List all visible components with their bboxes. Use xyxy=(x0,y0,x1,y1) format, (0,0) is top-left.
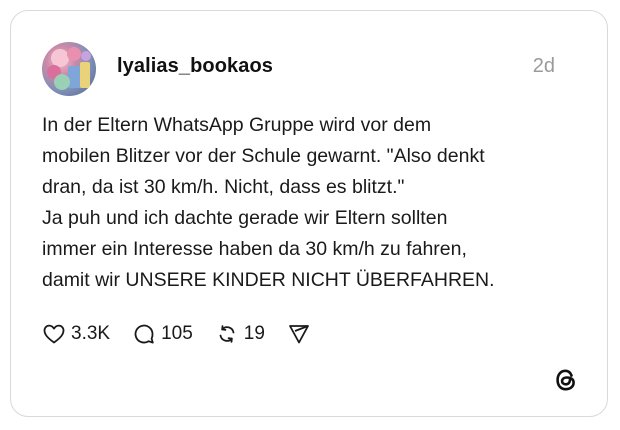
post-text-line: Ja puh und ich dachte gerade wir Eltern … xyxy=(42,207,448,229)
comment-bubble-icon xyxy=(132,322,156,346)
post-text-line: In der Eltern WhatsApp Gruppe wird vor d… xyxy=(42,114,432,136)
post-timestamp: 2d xyxy=(532,55,555,77)
like-button[interactable]: 3.3K xyxy=(42,322,110,346)
repost-count: 19 xyxy=(243,323,265,344)
post-text-line: mobilen Blitzer vor der Schule gewarnt. … xyxy=(42,145,485,167)
reply-button[interactable]: 105 xyxy=(132,322,193,346)
post-text-line: damit wir UNSERE KINDER NICHT ÜBERFAHREN… xyxy=(42,269,495,291)
post-text: In der Eltern WhatsApp Gruppe wird vor d… xyxy=(42,110,582,296)
username[interactable]: lyalias_bookaos xyxy=(117,55,273,78)
avatar[interactable] xyxy=(42,42,96,96)
like-count: 3.3K xyxy=(71,323,111,344)
post-text-line: immer ein Interesse haben da 30 km/h zu … xyxy=(42,238,467,260)
threads-logo-icon xyxy=(552,366,580,394)
post-actions: 3.3K 105 19 xyxy=(42,319,333,349)
repost-button[interactable]: 19 xyxy=(215,322,265,346)
reply-count: 105 xyxy=(161,323,193,344)
repost-arrows-icon xyxy=(215,322,239,346)
share-button[interactable] xyxy=(287,322,311,346)
send-icon xyxy=(287,322,311,346)
post-text-line: dran, da ist 30 km/h. Nicht, dass es bli… xyxy=(42,176,405,198)
heart-icon xyxy=(42,322,66,346)
post-card: lyalias_bookaos 2d In der Eltern WhatsAp… xyxy=(10,10,608,417)
